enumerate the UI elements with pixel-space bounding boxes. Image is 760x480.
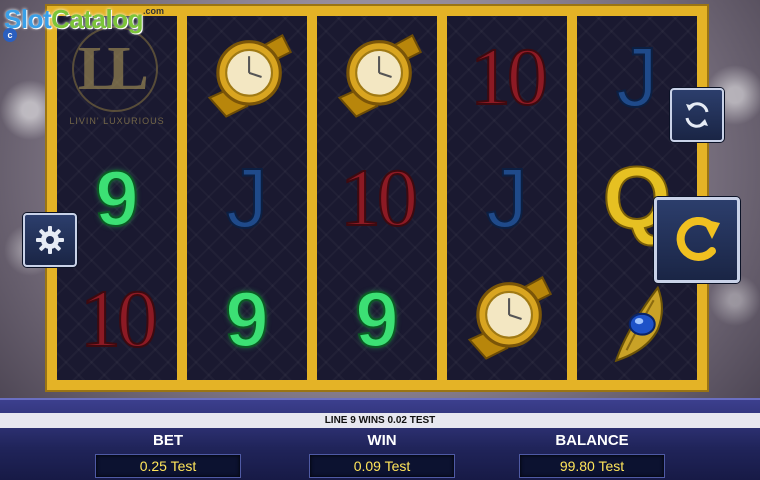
balance-label: BALANCE (555, 432, 629, 449)
reel-2: J 9 (187, 16, 307, 380)
win-message-bar: LINE 9 WINS 0.02 TEST (0, 413, 760, 428)
watermark-catalog-text: Catalog (51, 4, 143, 34)
win-value: 0.09 Test (309, 454, 455, 478)
ten-symbol: 10 (469, 30, 549, 122)
gold-watch-symbol (467, 276, 553, 361)
win-display: WIN 0.09 Test (309, 432, 455, 478)
gold-watch-symbol (337, 33, 423, 118)
slotcatalog-watermark-logo: Slot Catalog .com c (3, 4, 164, 42)
j-symbol: J (225, 150, 269, 245)
spin-icon (676, 217, 720, 261)
balance-display: BALANCE 99.80 Test (519, 432, 665, 478)
ten-symbol: 10 (79, 273, 159, 365)
balance-value: 99.80 Test (519, 454, 665, 478)
reel-3: 10 9 (317, 16, 437, 380)
j-symbol: J (485, 150, 529, 245)
win-label: WIN (367, 432, 397, 449)
reel-cell (317, 16, 437, 137)
logo-subtitle: LIVIN' LUXURIOUS (69, 115, 165, 126)
watermark-com-text: .com (142, 6, 164, 16)
reel-4: 10 J (447, 16, 567, 380)
reel-cell: 9 (187, 259, 307, 380)
watermark-badge-icon: c (3, 28, 17, 42)
reel-cell: 10 (57, 259, 177, 380)
livin-luxurious-logo-symbol: LL LIVIN' LUXURIOUS (62, 22, 172, 132)
reel-cell: 9 (317, 259, 437, 380)
j-symbol: J (615, 29, 659, 124)
reel-cell (447, 259, 567, 380)
reel-frame: LL LIVIN' LUXURIOUS 9 10 J 9 10 9 10 J J… (47, 6, 707, 390)
reel-1: LL LIVIN' LUXURIOUS 9 10 (57, 16, 177, 380)
bet-display[interactable]: BET 0.25 Test (95, 432, 241, 478)
refresh-icon (685, 102, 709, 128)
reel-cell: 10 (317, 137, 437, 258)
bet-label: BET (153, 432, 183, 449)
nine-symbol: 9 (224, 275, 269, 364)
ten-symbol: 10 (339, 151, 419, 243)
autoplay-button[interactable] (670, 88, 724, 142)
reel-cell: 10 (447, 16, 567, 137)
reel-cell: J (447, 137, 567, 258)
gold-watch-symbol (207, 33, 293, 118)
gear-icon (36, 226, 64, 254)
settings-button[interactable] (23, 213, 77, 267)
reels-area: LL LIVIN' LUXURIOUS 9 10 J 9 10 9 10 J J… (57, 16, 697, 380)
reel-cell (187, 16, 307, 137)
logo-letters: LL (78, 34, 149, 103)
bet-value[interactable]: 0.25 Test (95, 454, 241, 478)
reel-cell: J (187, 137, 307, 258)
nine-symbol: 9 (354, 275, 399, 364)
nine-symbol: 9 (94, 153, 139, 242)
spin-button[interactable] (654, 197, 740, 283)
